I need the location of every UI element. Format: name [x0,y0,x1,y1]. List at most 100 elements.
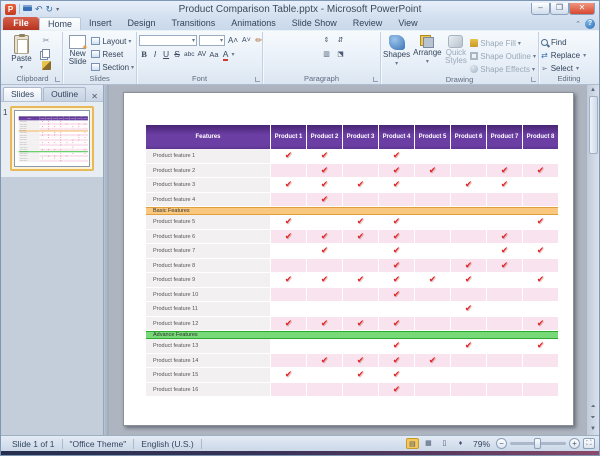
zoom-out-button[interactable]: − [496,438,507,449]
next-slide-button[interactable]: ⏷ [588,413,599,424]
tab-file[interactable]: File [3,17,39,30]
tab-outline[interactable]: Outline [43,87,86,101]
tab-slide-show[interactable]: Slide Show [284,17,345,30]
clipboard-dialog-launcher[interactable] [55,77,60,82]
check-icon: ✔ [378,178,414,193]
comparison-table[interactable]: FeaturesProduct 1Product 2Product 3Produ… [19,116,88,162]
slideshow-view-button[interactable]: ♦ [454,438,467,449]
bold-button[interactable]: B [139,49,149,60]
drawing-dialog-launcher[interactable] [531,77,536,82]
increase-indent-icon[interactable] [307,36,318,46]
copy-button[interactable] [42,49,50,58]
line-spacing-icon[interactable]: ⇕ [321,36,332,46]
layout-button[interactable]: Layout▾ [91,35,134,47]
cut-button[interactable]: ✂ [39,35,53,46]
tab-view[interactable]: View [390,17,425,30]
close-button[interactable]: ✕ [569,3,595,15]
section-icon [91,63,100,71]
font-color-button[interactable]: A [221,49,231,60]
section-button[interactable]: Section▾ [91,61,134,73]
feature-row: Product feature 6✔✔✔✔✔ [146,230,558,245]
font-size-select[interactable] [199,35,225,46]
minimize-button[interactable]: – [531,3,550,15]
select-button[interactable]: ➢Select▾ [541,62,579,74]
tab-review[interactable]: Review [345,17,391,30]
theme-status[interactable]: "Office Theme" [63,439,134,449]
quick-styles-button[interactable]: Quick Styles [445,33,468,65]
reset-button[interactable]: Reset [91,48,134,60]
empty-cell [414,149,450,164]
italic-button[interactable]: I [150,49,160,60]
maximize-button[interactable]: ❐ [550,3,569,15]
powerpoint-app-icon[interactable]: P [5,4,16,15]
decrease-indent-icon[interactable] [293,36,304,46]
shapes-button[interactable]: Shapes▾ [383,33,410,67]
shape-fill-button[interactable]: Shape Fill▾ [470,37,536,49]
minimize-ribbon-icon[interactable]: ⌃ [575,20,581,28]
redo-icon[interactable]: ↻ [46,4,54,14]
zoom-slider-handle[interactable] [534,438,541,449]
smartart-convert-icon[interactable]: ⬔ [335,50,346,60]
zoom-level[interactable]: 79% [470,439,493,449]
feature-row: Product feature 7✔✔✔✔ [146,244,558,259]
zoom-slider[interactable] [510,442,566,445]
font-dialog-launcher[interactable] [255,77,260,82]
check-icon: ✔ [342,354,378,369]
columns-icon[interactable]: ▥ [321,50,332,60]
language-status[interactable]: English (U.S.) [134,439,200,449]
tab-slides[interactable]: Slides [3,87,42,101]
shape-outline-button[interactable]: Shape Outline▾ [470,50,536,62]
tab-transitions[interactable]: Transitions [164,17,224,30]
shrink-font-button[interactable]: A˅ [241,35,252,46]
paste-button[interactable]: Paste ▾ [5,33,38,71]
format-painter-button[interactable] [42,61,51,70]
scroll-down-icon[interactable]: ▼ [588,424,599,435]
close-panel-icon[interactable]: ✕ [88,92,101,101]
change-case-button[interactable]: Aa [208,49,219,60]
tab-insert[interactable]: Insert [81,17,120,30]
scroll-up-icon[interactable]: ▲ [588,85,599,96]
text-shadow-button[interactable]: abc [183,49,195,60]
empty-cell [522,383,558,398]
zoom-in-button[interactable]: + [569,438,580,449]
arrange-icon [420,35,434,48]
check-icon: ✔ [306,354,342,369]
check-icon: ✔ [522,339,558,354]
previous-slide-button[interactable]: ⏶ [588,402,599,413]
tab-home[interactable]: Home [39,17,81,30]
find-button[interactable]: Find [541,36,567,48]
paragraph-dialog-launcher[interactable] [373,77,378,82]
align-right-icon[interactable] [293,50,304,60]
slide-canvas[interactable]: FeaturesProduct 1Product 2Product 3Produ… [123,92,574,426]
save-icon[interactable] [23,5,32,14]
normal-view-button[interactable]: ▤ [406,438,419,449]
strikethrough-button[interactable]: S [172,49,182,60]
slide-thumbnail[interactable]: FeaturesProduct 1Product 2Product 3Produ… [10,106,94,171]
align-left-icon[interactable] [265,50,276,60]
arrange-button[interactable]: Arrange▾ [413,33,441,65]
qat-customize-icon[interactable]: ▾ [56,6,59,13]
grow-font-button[interactable]: A˄ [227,35,239,46]
align-center-icon[interactable] [279,50,290,60]
shape-effects-button[interactable]: Shape Effects▾ [470,63,536,75]
bullets-icon[interactable] [265,36,276,46]
fit-to-window-button[interactable]: ⛶ [583,438,595,449]
text-direction-icon[interactable]: ⇵ [335,36,346,46]
new-slide-button[interactable]: New Slide [65,33,90,66]
tab-animations[interactable]: Animations [223,17,284,30]
slide-sorter-view-button[interactable]: ▦ [422,438,435,449]
reading-view-button[interactable]: ▯ [438,438,451,449]
numbering-icon[interactable] [279,36,290,46]
replace-button[interactable]: ⇄Replace▾ [541,49,586,61]
character-spacing-button[interactable]: AV [197,49,208,60]
status-bar: Slide 1 of 1 "Office Theme" English (U.S… [1,435,599,451]
undo-icon[interactable]: ↶ [35,4,43,14]
underline-button[interactable]: U [161,49,171,60]
help-icon[interactable]: ? [585,19,595,29]
vertical-scrollbar[interactable]: ▲ ⏶ ⏷ ▼ [586,85,599,435]
font-name-select[interactable] [139,35,197,46]
justify-icon[interactable] [307,50,318,60]
scrollbar-thumb[interactable] [589,96,598,154]
comparison-table[interactable]: FeaturesProduct 1Product 2Product 3Produ… [146,125,558,397]
tab-design[interactable]: Design [120,17,164,30]
